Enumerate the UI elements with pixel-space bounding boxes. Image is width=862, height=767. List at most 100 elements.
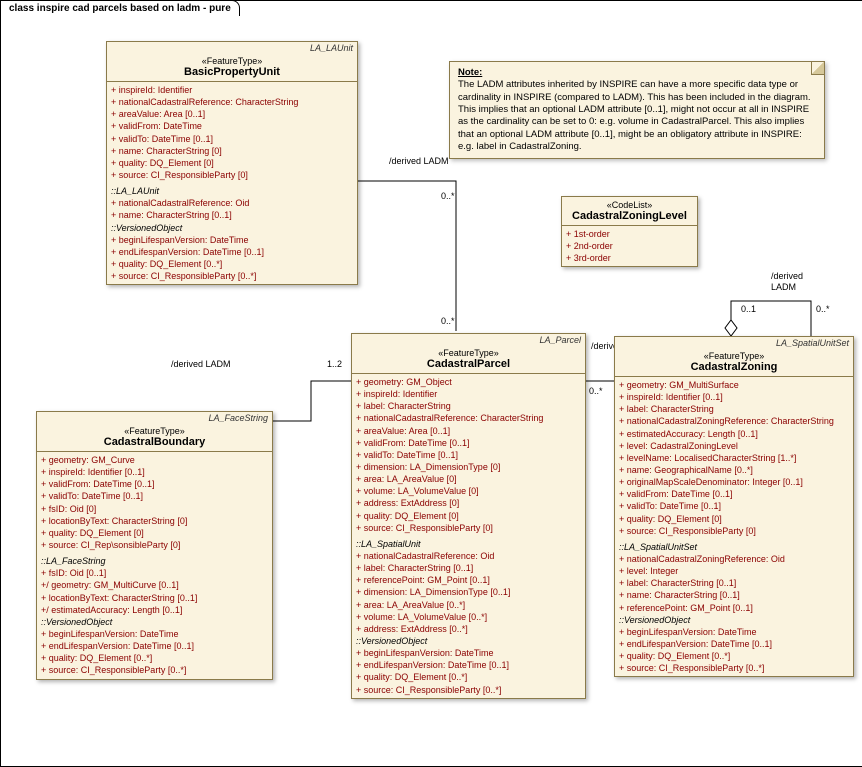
class-name: CadastralParcel [356, 358, 581, 370]
class-attribute: + referencePoint: GM_Point [0..1] [619, 602, 849, 614]
class-attribute: + label: CharacterString [0..1] [356, 562, 581, 574]
class-name: CadastralBoundary [41, 436, 268, 448]
class-attribute: + source: CI_ResponsibleParty [0..*] [111, 270, 353, 282]
class-attribute: + inspireId: Identifier [0..1] [41, 466, 268, 478]
class-cadastral-zoning: LA_SpatialUnitSet «FeatureType» Cadastra… [614, 336, 854, 677]
diagram-title: class inspire cad parcels based on ladm … [0, 0, 240, 16]
class-attrs: + nationalCadastralZoningReference: Oid+… [619, 553, 849, 614]
class-attrs: + beginLifespanVersion: DateTime+ endLif… [111, 234, 353, 283]
class-attribute: + source: CI_ResponsibleParty [0..*] [41, 664, 268, 676]
class-attribute: + inspireId: Identifier [356, 388, 581, 400]
class-attrs: + nationalCadastralReference: Oid+ label… [356, 550, 581, 635]
class-attribute: + name: CharacterString [0..1] [619, 589, 849, 601]
class-attribute: + validFrom: DateTime [0..1] [356, 437, 581, 449]
class-attribute: + name: GeographicalName [0..*] [619, 464, 849, 476]
class-context: LA_SpatialUnitSet [615, 337, 853, 348]
class-attribute: + source: CI_ResponsibleParty [0] [111, 169, 353, 181]
class-basic-property-unit: LA_LAUnit «FeatureType» BasicPropertyUni… [106, 41, 358, 285]
class-attribute: + geometry: GM_Object [356, 376, 581, 388]
class-attribute: + level: Integer [619, 565, 849, 577]
class-attribute: + locationByText: CharacterString [0..1] [41, 592, 268, 604]
class-attribute: + validTo: DateTime [0..1] [619, 500, 849, 512]
class-attribute: + quality: DQ_Element [0] [619, 513, 849, 525]
class-attrs: + inspireId: Identifier+ nationalCadastr… [107, 82, 357, 183]
mult-label: 0..* [816, 304, 830, 314]
class-attribute: + beginLifespanVersion: DateTime [356, 647, 581, 659]
class-attribute: + dimension: LA_DimensionType [0..1] [356, 586, 581, 598]
class-attribute: + levelName: LocalisedCharacterString [1… [619, 452, 849, 464]
class-attribute: + endLifespanVersion: DateTime [0..1] [111, 246, 353, 258]
class-attribute: +/ geometry: GM_MultiCurve [0..1] [41, 579, 268, 591]
class-stereo: «FeatureType» [111, 56, 353, 66]
diagram-canvas: class inspire cad parcels based on ladm … [0, 0, 862, 767]
class-attribute: + fsID: Oid [0] [41, 503, 268, 515]
class-attribute: + geometry: GM_Curve [41, 454, 268, 466]
note-heading: Note: [458, 67, 816, 79]
class-attribute: + nationalCadastralZoningReference: Oid [619, 553, 849, 565]
class-attribute: + name: CharacterString [0..1] [111, 209, 353, 221]
class-attribute: + source: CI_ResponsibleParty [0] [356, 522, 581, 534]
class-attribute: + validFrom: DateTime [0..1] [41, 478, 268, 490]
class-attribute: + originalMapScaleDenominator: Integer [… [619, 476, 849, 488]
class-sub: ::LA_SpatialUnit + nationalCadastralRefe… [352, 536, 585, 698]
class-header: «FeatureType» CadastralBoundary [37, 423, 272, 452]
class-attribute: + quality: DQ_Element [0..*] [111, 258, 353, 270]
class-subhead: ::VersionedObject [619, 614, 849, 626]
diagram-note: Note: The LADM attributes inherited by I… [449, 61, 825, 159]
class-attribute: + geometry: GM_MultiSurface [619, 379, 849, 391]
class-attribute: + areaValue: Area [0..1] [111, 108, 353, 120]
class-attribute: + source: CI_Rep\sonsibleParty [0] [41, 539, 268, 551]
class-attribute: + validTo: DateTime [0..1] [111, 133, 353, 145]
mult-label: 0..* [441, 191, 455, 201]
class-attrs: + geometry: GM_MultiSurface+ inspireId: … [615, 377, 853, 539]
class-sub: ::LA_FaceString + fsID: Oid [0..1]+/ geo… [37, 553, 272, 678]
class-name: BasicPropertyUnit [111, 66, 353, 78]
class-sub: ::LA_SpatialUnitSet + nationalCadastralZ… [615, 539, 853, 677]
class-attribute: + dimension: LA_DimensionType [0] [356, 461, 581, 473]
class-context: LA_Parcel [352, 334, 585, 345]
assoc-label: /derived [771, 271, 803, 281]
class-attribute: + validFrom: DateTime [111, 120, 353, 132]
class-attribute: + validTo: DateTime [0..1] [41, 490, 268, 502]
class-subhead: ::LA_SpatialUnitSet [619, 541, 849, 553]
class-attribute: + label: CharacterString [619, 403, 849, 415]
class-name: CadastralZoningLevel [566, 210, 693, 222]
class-attribute: + address: ExtAddress [0..*] [356, 623, 581, 635]
class-subhead: ::LA_FaceString [41, 555, 268, 567]
class-attribute: + areaValue: Area [0..1] [356, 425, 581, 437]
class-attribute: + label: CharacterString [0..1] [619, 577, 849, 589]
class-attribute: + quality: DQ_Element [0] [41, 527, 268, 539]
class-cadastral-boundary: LA_FaceString «FeatureType» CadastralBou… [36, 411, 273, 680]
class-attribute: + beginLifespanVersion: DateTime [41, 628, 268, 640]
class-attribute: + area: LA_AreaValue [0..*] [356, 599, 581, 611]
class-attribute: + inspireId: Identifier [0..1] [619, 391, 849, 403]
class-header: «FeatureType» CadastralParcel [352, 345, 585, 374]
class-attribute: + nationalCadastralReference: Oid [356, 550, 581, 562]
class-attribute: + validTo: DateTime [0..1] [356, 449, 581, 461]
assoc-label: LADM [771, 282, 796, 292]
class-cadastral-parcel: LA_Parcel «FeatureType» CadastralParcel … [351, 333, 586, 699]
class-attribute: + 2nd-order [566, 240, 693, 252]
class-attrs: + beginLifespanVersion: DateTime+ endLif… [356, 647, 581, 696]
assoc-label: /derived LADM [389, 156, 449, 166]
class-header: «CodeList» CadastralZoningLevel [562, 197, 697, 226]
class-attribute: + quality: DQ_Element [0..*] [619, 650, 849, 662]
class-attrs: + 1st-order+ 2nd-order+ 3rd-order [562, 226, 697, 266]
class-attribute: + 3rd-order [566, 252, 693, 264]
class-attribute: + nationalCadastralReference: CharacterS… [111, 96, 353, 108]
class-attribute: + locationByText: CharacterString [0] [41, 515, 268, 527]
class-attribute: + source: CI_ResponsibleParty [0] [619, 525, 849, 537]
class-attribute: + name: CharacterString [0] [111, 145, 353, 157]
class-header: «FeatureType» CadastralZoning [615, 348, 853, 377]
class-name: CadastralZoning [619, 361, 849, 373]
class-attribute: + source: CI_ResponsibleParty [0..*] [356, 684, 581, 696]
note-body: The LADM attributes inherited by INSPIRE… [458, 79, 816, 153]
mult-label: 1..2 [327, 359, 342, 369]
class-attribute: + endLifespanVersion: DateTime [0..1] [356, 659, 581, 671]
class-attribute: + beginLifespanVersion: DateTime [619, 626, 849, 638]
class-attribute: + quality: DQ_Element [0..*] [356, 671, 581, 683]
class-attribute: + volume: LA_VolumeValue [0..*] [356, 611, 581, 623]
class-attrs: + beginLifespanVersion: DateTime+ endLif… [619, 626, 849, 675]
class-attribute: + nationalCadastralReference: Oid [111, 197, 353, 209]
class-attrs: + fsID: Oid [0..1]+/ geometry: GM_MultiC… [41, 567, 268, 616]
